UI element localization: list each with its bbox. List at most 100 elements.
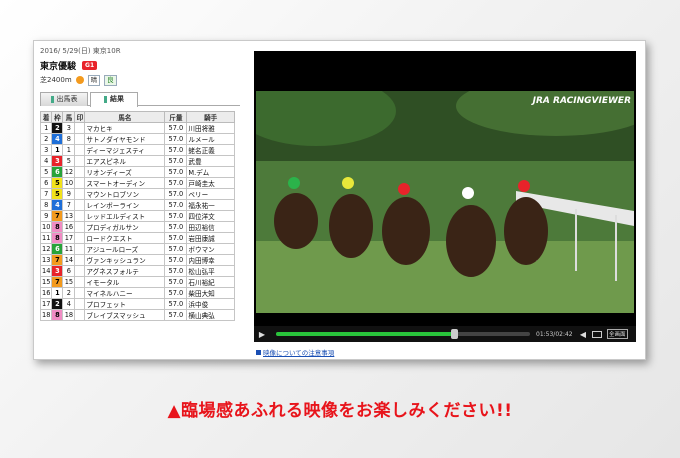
- screen-mode-icon[interactable]: [592, 330, 602, 338]
- mark-cell: [74, 122, 86, 134]
- seek-progress: [276, 332, 454, 336]
- horse-name-cell: レインボーライン: [84, 199, 166, 211]
- col-horse-name: 馬名: [84, 111, 166, 123]
- jockey-cell: 田辺裕信: [186, 221, 235, 233]
- volume-icon[interactable]: ◀: [578, 330, 588, 339]
- distance-label: 芝2400m: [40, 76, 72, 84]
- table-row: 6 5 10 スマートオーディン 57.0 戸崎圭太: [39, 177, 235, 189]
- frame-cell: 8: [51, 309, 64, 321]
- table-row: 16 1 2 マイネルハニー 57.0 柴田大知: [39, 287, 235, 299]
- frame-cell: 1: [51, 287, 64, 299]
- frame-cell: 5: [51, 188, 64, 200]
- horse-name-cell: アグネスフォルテ: [84, 265, 166, 277]
- tab-marker-icon: [104, 95, 107, 103]
- horse-number-cell: 1: [62, 144, 76, 156]
- notice-bullet-icon: [256, 350, 261, 355]
- table-row: 1 2 3 マカヒキ 57.0 川田将雅: [39, 122, 235, 134]
- video-player[interactable]: JRA RACINGVIEWER ▶ 01:53/02:42 ◀ 全画面: [254, 51, 636, 342]
- horse-number-cell: 17: [62, 232, 76, 244]
- jockey-cell: 蛯名正義: [186, 144, 235, 156]
- rank-cell: 17: [39, 298, 53, 310]
- col-horse-number: 馬: [62, 111, 76, 123]
- horse-name-cell: マウントロブソン: [84, 188, 166, 200]
- jockey-cell: 戸崎圭太: [186, 177, 235, 189]
- frame-cell: 7: [51, 276, 64, 288]
- tab-results[interactable]: 結果: [90, 92, 138, 107]
- frame-cell: 4: [51, 199, 64, 211]
- rank-cell: 4: [39, 155, 53, 167]
- frame-cell: 6: [51, 243, 64, 255]
- play-icon[interactable]: ▶: [254, 330, 270, 339]
- mark-cell: [74, 144, 86, 156]
- seek-handle[interactable]: [450, 329, 458, 339]
- weight-cell: 57.0: [164, 144, 188, 156]
- table-row: 9 7 13 レッドエルディスト 57.0 四位洋文: [39, 210, 235, 222]
- mark-cell: [74, 177, 86, 189]
- jockey-cell: 石川裕紀: [186, 276, 235, 288]
- col-mark: 印: [74, 111, 86, 123]
- mark-cell: [74, 243, 86, 255]
- mark-cell: [74, 166, 86, 178]
- horse-number-cell: 16: [62, 221, 76, 233]
- tab-entries[interactable]: 出馬表: [40, 92, 88, 106]
- rank-cell: 2: [39, 133, 53, 145]
- table-body: 1 2 3 マカヒキ 57.0 川田将雅 2 4 8 サトノダイヤモンド 57.0 ルメール 3 1 1 ディ…: [39, 122, 235, 321]
- player-controls: ▶ 01:53/02:42 ◀ 全画面: [254, 326, 636, 342]
- horse-name-cell: レッドエルディスト: [84, 210, 166, 222]
- frame-cell: 3: [51, 265, 64, 277]
- rank-cell: 3: [39, 144, 53, 156]
- race-info-panel: 2016/ 5/29(日) 東京10R 東京優駿 G1 芝2400m 晴 良 出…: [39, 46, 240, 356]
- weight-cell: 57.0: [164, 309, 188, 321]
- rank-cell: 5: [39, 166, 53, 178]
- tab-marker-icon: [50, 95, 54, 103]
- horse-name-cell: イモータル: [84, 276, 166, 288]
- weight-cell: 57.0: [164, 298, 188, 310]
- frame-cell: 8: [51, 221, 64, 233]
- horse-number-cell: 12: [62, 166, 76, 178]
- content-frame: 2016/ 5/29(日) 東京10R 東京優駿 G1 芝2400m 晴 良 出…: [33, 40, 646, 360]
- mark-cell: [74, 287, 86, 299]
- horse-name-cell: プロフェット: [84, 298, 166, 310]
- jockey-cell: 内田博幸: [186, 254, 235, 266]
- frame-cell: 6: [51, 166, 64, 178]
- rank-cell: 15: [39, 276, 53, 288]
- horse-number-cell: 10: [62, 177, 76, 189]
- frame-cell: 2: [51, 122, 64, 134]
- horse-name-cell: ロードクエスト: [84, 232, 166, 244]
- weight-cell: 57.0: [164, 265, 188, 277]
- grade-badge: G1: [82, 61, 98, 70]
- mark-cell: [74, 309, 86, 321]
- mark-cell: [74, 232, 86, 244]
- frame-cell: 4: [51, 133, 64, 145]
- watermark: JRA RACINGVIEWER: [531, 96, 631, 106]
- weight-cell: 57.0: [164, 155, 188, 167]
- race-video-frame[interactable]: JRA RACINGVIEWER: [256, 91, 634, 313]
- race-title: 東京優駿: [40, 62, 77, 72]
- notice-link[interactable]: 映像についての注意事項: [256, 347, 334, 357]
- table-row: 5 6 12 リオンディーズ 57.0 M.デム: [39, 166, 235, 178]
- rank-cell: 6: [39, 177, 53, 189]
- frame-cell: 2: [51, 298, 64, 310]
- horse-name-cell: サトノダイヤモンド: [84, 133, 166, 145]
- weight-cell: 57.0: [164, 232, 188, 244]
- jockey-cell: ルメール: [186, 133, 235, 145]
- table-row: 14 3 6 アグネスフォルテ 57.0 松山弘平: [39, 265, 235, 277]
- horse-number-cell: 6: [62, 265, 76, 277]
- frame-cell: 5: [51, 177, 64, 189]
- horse-number-cell: 18: [62, 309, 76, 321]
- jockey-cell: 松山弘平: [186, 265, 235, 277]
- rank-cell: 16: [39, 287, 53, 299]
- frame-cell: 7: [51, 210, 64, 222]
- going-badge: 良: [104, 74, 117, 86]
- rank-cell: 1: [39, 122, 53, 134]
- promo-banner: ▲臨場感あふれる映像をお楽しみください!!: [167, 401, 513, 421]
- fullscreen-button[interactable]: 全画面: [607, 329, 628, 339]
- jockey-cell: 柴田大知: [186, 287, 235, 299]
- table-row: 17 2 4 プロフェット 57.0 浜中俊: [39, 298, 235, 310]
- horse-name-cell: リオンディーズ: [84, 166, 166, 178]
- rank-cell: 7: [39, 188, 53, 200]
- table-row: 7 5 9 マウントロブソン 57.0 ベリー: [39, 188, 235, 200]
- rank-cell: 11: [39, 232, 53, 244]
- jockey-cell: ボウマン: [186, 243, 235, 255]
- seek-bar[interactable]: [276, 329, 530, 339]
